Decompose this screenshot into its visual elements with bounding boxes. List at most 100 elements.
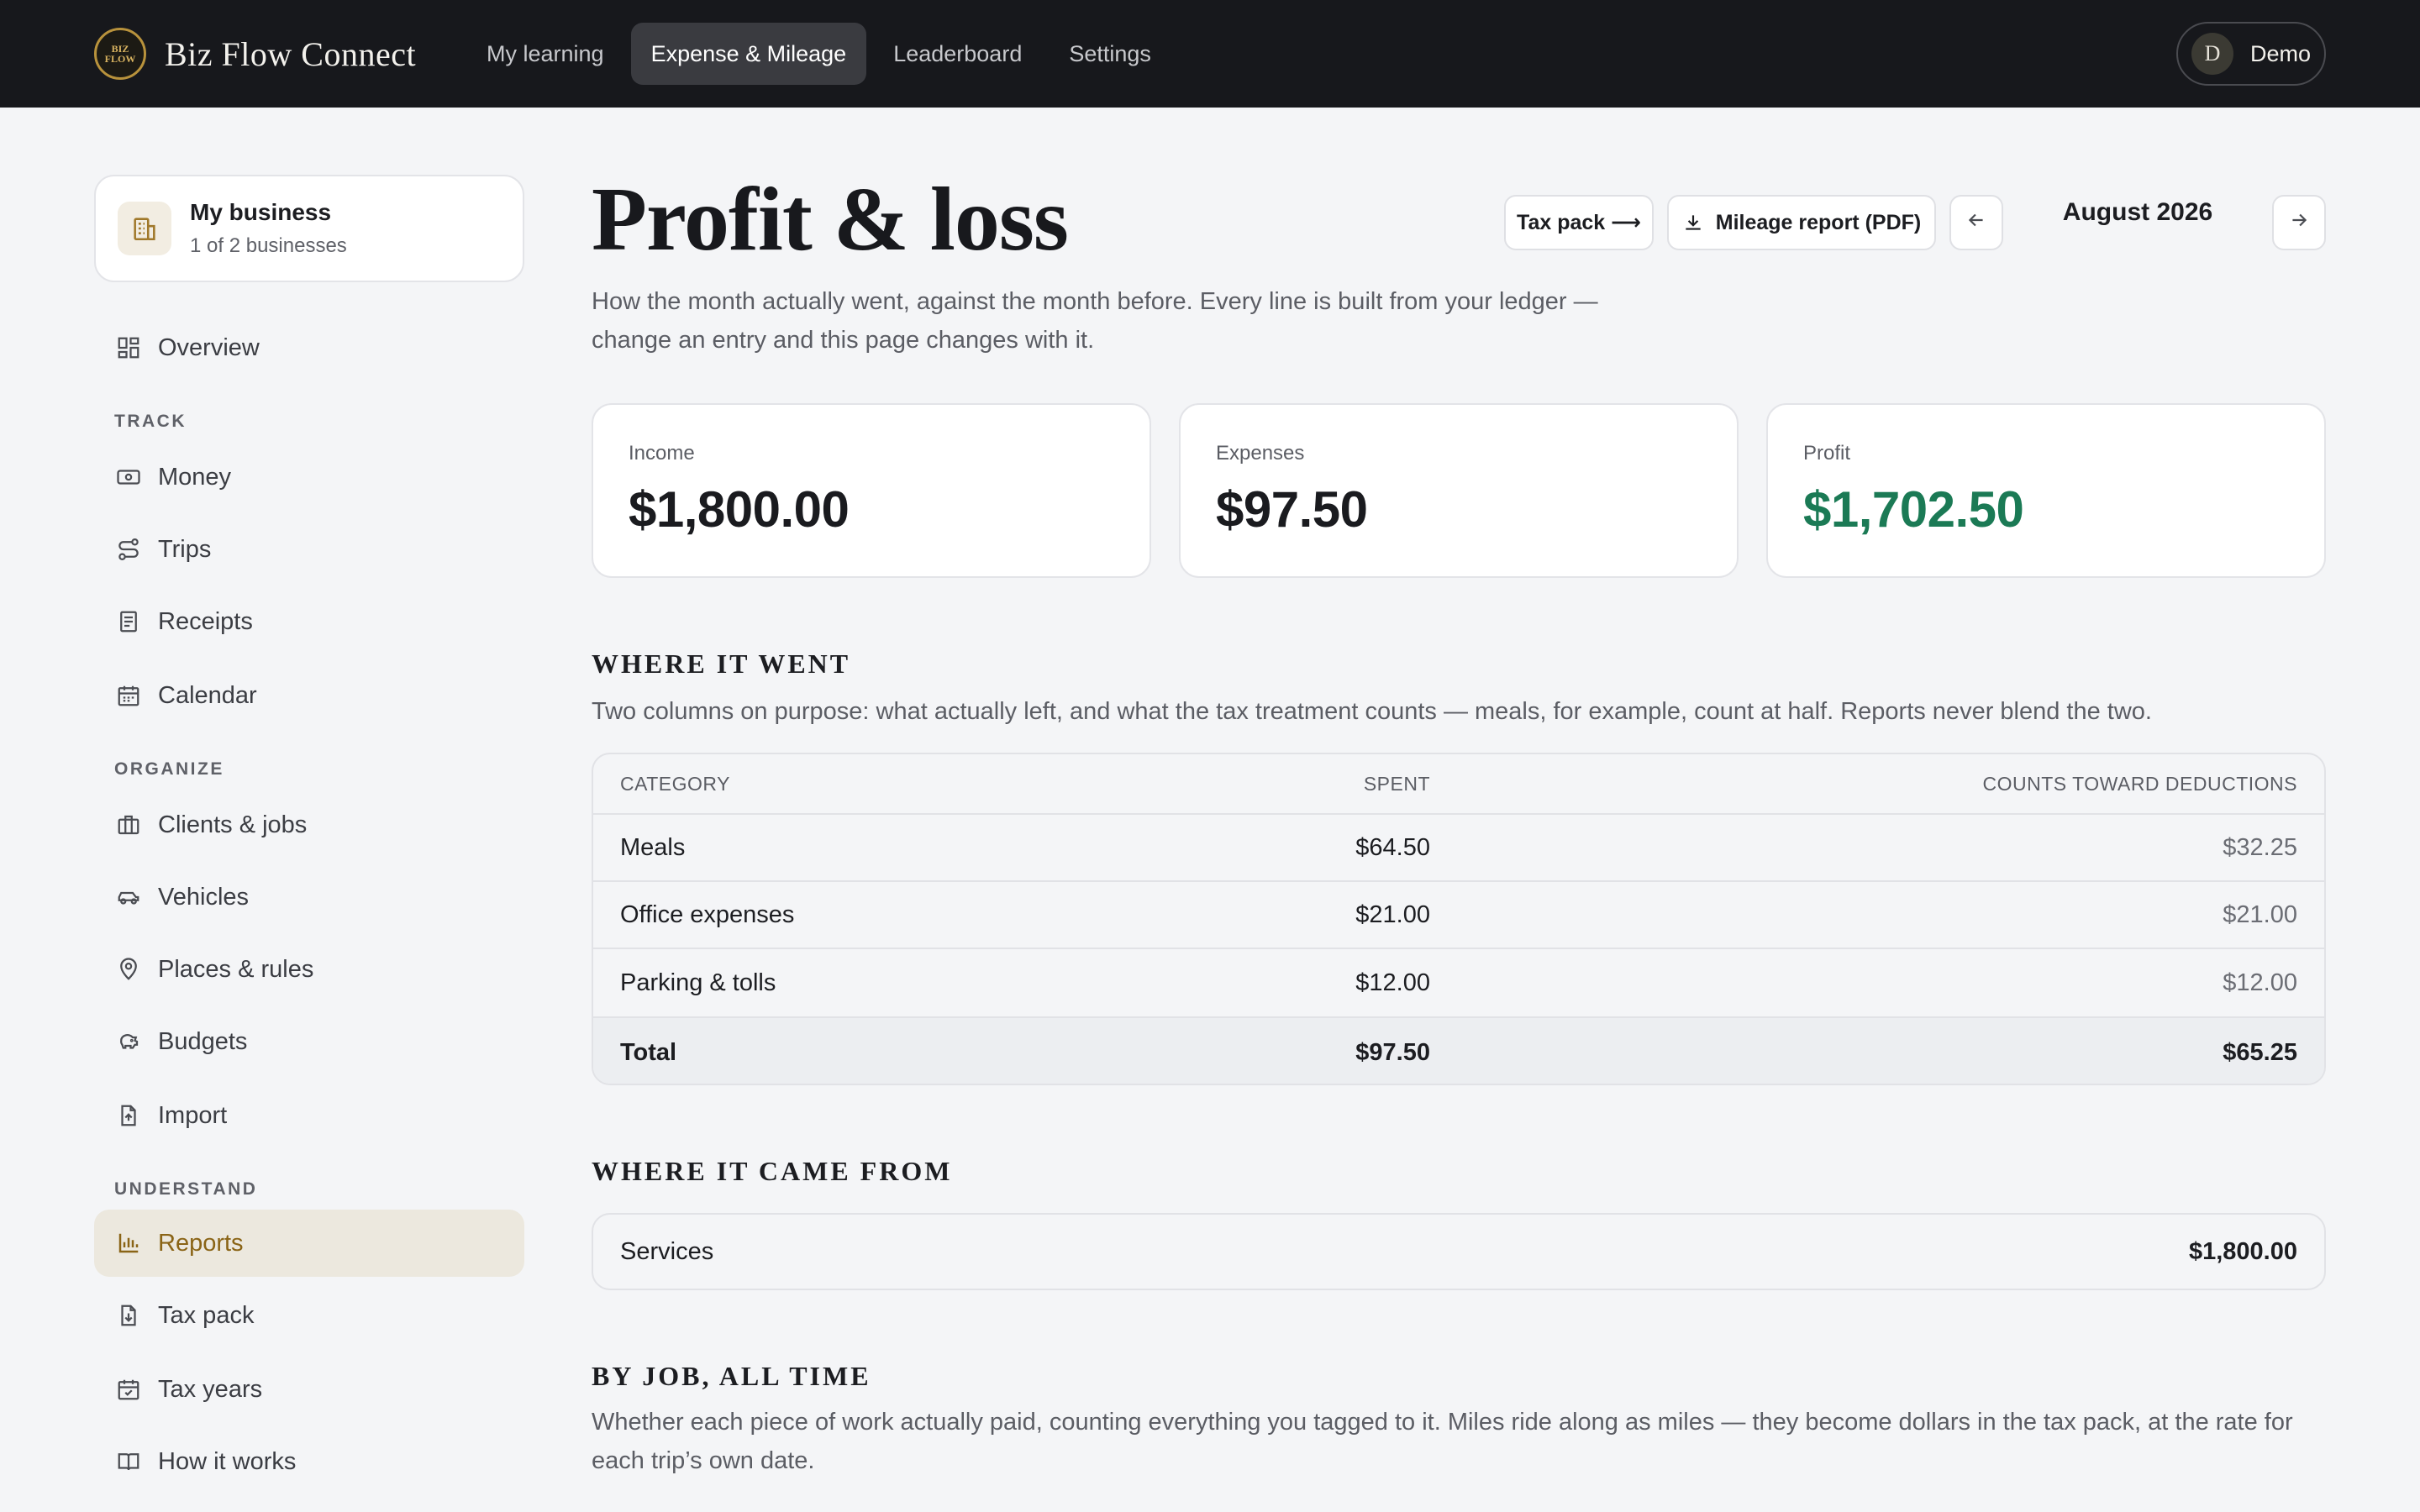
- column-header-category: CATEGORY: [620, 772, 730, 795]
- file-import-icon: [114, 1101, 143, 1130]
- column-header-deductions: COUNTS TOWARD DEDUCTIONS: [1982, 772, 2297, 795]
- where-it-came-from-heading: WHERE IT CAME FROM: [592, 1156, 953, 1186]
- deductible-cell: $21.00: [2223, 900, 2297, 928]
- main-nav: My learning Expense & Mileage Leaderboar…: [466, 23, 1178, 85]
- spent-cell: $21.00: [1355, 900, 1430, 928]
- map-pin-icon: [114, 955, 143, 984]
- sidebar-section-track: TRACK: [114, 412, 187, 431]
- sidebar-item-how-it-works[interactable]: How it works: [94, 1428, 524, 1495]
- money-icon: [114, 463, 143, 491]
- sidebar-item-tax-pack[interactable]: Tax pack: [94, 1282, 524, 1349]
- dashboard-icon: [114, 333, 143, 362]
- table-header: CATEGORY SPENT COUNTS TOWARD DEDUCTIONS: [593, 754, 2324, 813]
- sidebar-section-organize: ORGANIZE: [114, 759, 224, 779]
- previous-month-button[interactable]: [1949, 195, 2003, 250]
- sidebar-item-money[interactable]: Money: [94, 444, 524, 511]
- sidebar-item-label: Vehicles: [158, 883, 250, 911]
- nav-settings[interactable]: Settings: [1049, 23, 1171, 85]
- sidebar-item-label: Calendar: [158, 681, 257, 709]
- sidebar-item-label: How it works: [158, 1447, 297, 1475]
- sidebar-item-receipts[interactable]: Receipts: [94, 588, 524, 655]
- sidebar-item-label: Import: [158, 1101, 228, 1129]
- mileage-report-label: Mileage report (PDF): [1715, 210, 1922, 234]
- sidebar-item-calendar[interactable]: Calendar: [94, 662, 524, 729]
- sidebar-item-import[interactable]: Import: [94, 1082, 524, 1149]
- table-row: Office expenses $21.00 $21.00: [593, 880, 2324, 948]
- arrow-left-icon: [1965, 209, 1987, 237]
- current-month: August 2026: [2062, 198, 2213, 226]
- nav-my-learning[interactable]: My learning: [466, 23, 624, 85]
- category-cell: Office expenses: [620, 900, 795, 928]
- sidebar-item-label: Clients & jobs: [158, 811, 308, 838]
- avatar: D: [2191, 33, 2233, 75]
- income-card: Income $1,800.00: [592, 403, 1151, 578]
- table-total-row: Total $97.50 $65.25: [593, 1016, 2324, 1084]
- nav-expense-mileage[interactable]: Expense & Mileage: [630, 23, 867, 85]
- sidebar-item-budgets[interactable]: Budgets: [94, 1008, 524, 1075]
- profit-label: Profit: [1803, 442, 1851, 465]
- arrow-right-icon: [2288, 209, 2310, 237]
- total-deductible: $65.25: [2223, 1038, 2297, 1066]
- sidebar-item-label: Budgets: [158, 1027, 248, 1055]
- business-switcher[interactable]: My business 1 of 2 businesses: [94, 175, 524, 282]
- nav-leaderboard[interactable]: Leaderboard: [873, 23, 1042, 85]
- file-download-icon: [114, 1301, 143, 1330]
- sidebar-item-tax-years[interactable]: Tax years: [94, 1356, 524, 1423]
- where-it-went-heading: WHERE IT WENT: [592, 648, 851, 679]
- sidebar-item-reports[interactable]: Reports: [94, 1210, 524, 1277]
- page-title: Profit & loss: [592, 170, 1069, 270]
- route-icon: [114, 535, 143, 564]
- spent-cell: $12.00: [1355, 969, 1430, 996]
- income-source-row: Services $1,800.00: [592, 1213, 2326, 1290]
- spent-cell: $64.50: [1355, 833, 1430, 861]
- tax-pack-button[interactable]: Tax pack ⟶: [1504, 195, 1654, 250]
- sidebar-item-label: Tax pack: [158, 1301, 255, 1329]
- income-value: $1,800.00: [629, 481, 850, 538]
- expenses-value: $97.50: [1216, 481, 1368, 538]
- calendar-check-icon: [114, 1375, 143, 1404]
- top-navigation-bar: BIZ FLOW Biz Flow Connect My learning Ex…: [0, 0, 2420, 108]
- sidebar-item-label: Overview: [158, 333, 260, 361]
- sidebar-item-clients-jobs[interactable]: Clients & jobs: [94, 791, 524, 858]
- sidebar-item-label: Money: [158, 463, 232, 491]
- sidebar-item-label: Tax years: [158, 1375, 263, 1403]
- sidebar-item-vehicles[interactable]: Vehicles: [94, 864, 524, 931]
- brand-logo-text: FLOW: [104, 53, 136, 65]
- category-cell: Parking & tolls: [620, 969, 776, 996]
- category-cell: Meals: [620, 833, 686, 861]
- sidebar-item-label: Reports: [158, 1229, 244, 1257]
- table-row: Meals $64.50 $32.25: [593, 813, 2324, 880]
- where-it-went-description: Two columns on purpose: what actually le…: [592, 698, 2152, 725]
- user-name: Demo: [2250, 40, 2312, 66]
- column-header-spent: SPENT: [1363, 772, 1430, 795]
- expenses-table: CATEGORY SPENT COUNTS TOWARD DEDUCTIONS …: [592, 753, 2326, 1085]
- sidebar-item-overview[interactable]: Overview: [94, 314, 524, 381]
- total-spent: $97.50: [1355, 1038, 1430, 1066]
- table-row: Parking & tolls $12.00 $12.00: [593, 948, 2324, 1016]
- brand[interactable]: BIZ FLOW Biz Flow Connect: [94, 25, 416, 82]
- brand-name: Biz Flow Connect: [165, 34, 417, 73]
- sidebar-item-label: Trips: [158, 535, 212, 563]
- receipt-icon: [114, 607, 143, 636]
- sidebar-item-label: Receipts: [158, 607, 253, 635]
- next-month-button[interactable]: [2272, 195, 2326, 250]
- page-description: How the month actually went, against the…: [592, 288, 1598, 354]
- user-menu-button[interactable]: D Demo: [2176, 22, 2326, 86]
- sidebar-item-trips[interactable]: Trips: [94, 516, 524, 583]
- sidebar-item-places-rules[interactable]: Places & rules: [94, 936, 524, 1003]
- profit-card: Profit $1,702.50: [1766, 403, 2326, 578]
- deductible-cell: $32.25: [2223, 833, 2297, 861]
- business-count: 1 of 2 businesses: [190, 234, 347, 257]
- total-label: Total: [620, 1038, 677, 1066]
- business-name: My business: [190, 199, 332, 225]
- download-icon: [1682, 212, 1704, 234]
- by-job-heading: BY JOB, ALL TIME: [592, 1361, 871, 1391]
- mileage-report-button[interactable]: Mileage report (PDF): [1667, 195, 1936, 250]
- brand-logo: BIZ FLOW: [94, 28, 146, 80]
- calendar-icon: [114, 681, 143, 710]
- expenses-card: Expenses $97.50: [1179, 403, 1739, 578]
- by-job-description: Whether each piece of work actually paid…: [592, 1409, 2293, 1474]
- income-source-name: Services: [620, 1237, 714, 1265]
- expenses-label: Expenses: [1216, 442, 1305, 465]
- book-icon: [114, 1447, 143, 1476]
